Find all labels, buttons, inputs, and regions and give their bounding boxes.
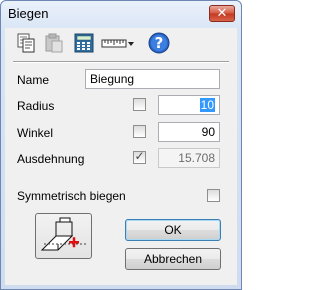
bend-preview-button[interactable] [35, 213, 92, 259]
calculator-icon[interactable] [73, 32, 95, 54]
cancel-button[interactable]: Abbrechen [125, 248, 221, 270]
copy-icon[interactable] [15, 32, 37, 54]
title-bar[interactable]: Biegen ✕ [1, 1, 241, 28]
name-field[interactable] [85, 69, 220, 89]
help-button[interactable]: ? [148, 32, 170, 54]
winkel-checkbox[interactable] [133, 125, 146, 138]
radius-value: 10 [199, 98, 215, 112]
winkel-label: Winkel [17, 126, 54, 140]
close-button[interactable]: ✕ [209, 5, 235, 22]
help-icon-glyph: ? [154, 34, 164, 52]
check-mark-icon: ✓ [134, 149, 145, 163]
name-label: Name [17, 73, 50, 87]
ruler-dropdown-icon[interactable] [101, 32, 135, 54]
symmetrisch-checkbox[interactable] [207, 189, 220, 202]
bend-sheet-icon [40, 217, 86, 251]
ausdehnung-label: Ausdehnung [17, 152, 85, 166]
radius-field[interactable]: 10 [158, 95, 220, 115]
winkel-field[interactable] [158, 122, 220, 142]
paste-icon[interactable] [43, 32, 65, 54]
dialog-client-area: ? Name Radius 10 Winkel Ausdehnung ✓ Sym… [5, 28, 237, 285]
symmetrisch-label: Symmetrisch biegen [17, 189, 126, 203]
radius-checkbox[interactable] [133, 98, 146, 111]
window-title: Biegen [8, 6, 49, 21]
radius-label: Radius [17, 99, 55, 113]
ok-button[interactable]: OK [125, 219, 221, 241]
toolbar-separator [13, 61, 229, 63]
dialog-window: Biegen ✕ ? Name Biegung Radius 10 Winkel… [0, 0, 242, 290]
ausdehnung-checkbox[interactable]: ✓ [133, 149, 146, 164]
close-icon: ✕ [216, 6, 228, 21]
ausdehnung-field [158, 148, 220, 168]
